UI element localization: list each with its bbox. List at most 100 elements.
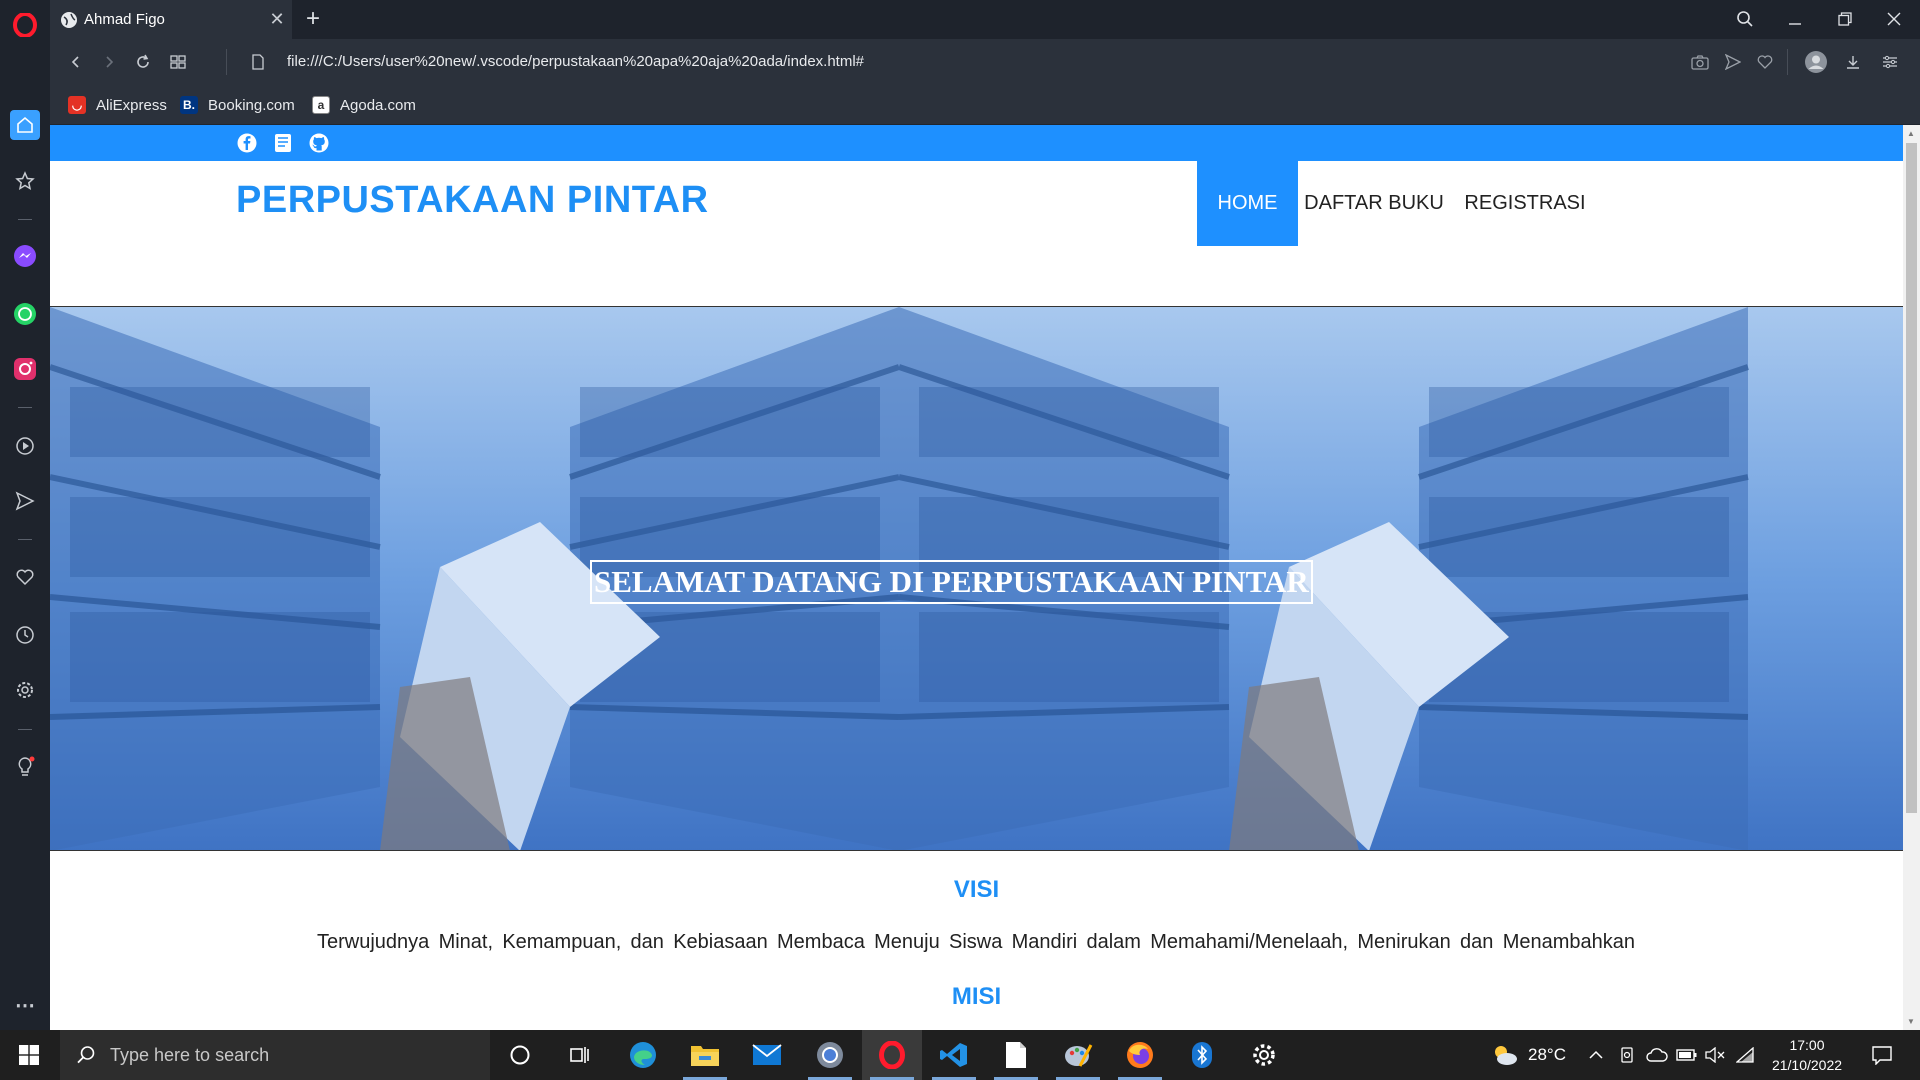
- github-icon[interactable]: [308, 132, 330, 154]
- mail-icon[interactable]: [737, 1030, 797, 1080]
- browser-sidebar: ⋯: [0, 0, 50, 1030]
- nav-daftar-buku[interactable]: DAFTAR BUKU: [1298, 161, 1450, 246]
- chevron-up-icon[interactable]: [1586, 1045, 1606, 1065]
- bookmark-label: Agoda.com: [340, 96, 416, 114]
- search-placeholder: Type here to search: [110, 1044, 270, 1065]
- settings-icon[interactable]: [10, 675, 40, 705]
- sidebar-divider: [18, 219, 32, 220]
- download-icon[interactable]: [1838, 47, 1868, 77]
- speaker-muted-icon[interactable]: [1705, 1045, 1725, 1065]
- tab-strip: Ahmad Figo ✕ +: [50, 0, 1920, 39]
- instagram-icon[interactable]: [10, 354, 40, 384]
- scrollbar-thumb[interactable]: [1906, 143, 1917, 813]
- search-tabs-icon[interactable]: [1727, 4, 1763, 34]
- task-view-icon[interactable]: [550, 1030, 610, 1080]
- clock-time: 17:00: [1789, 1037, 1825, 1053]
- aliexpress-icon: ◡: [68, 96, 86, 114]
- search-icon: [77, 1046, 95, 1064]
- book-icon[interactable]: [272, 132, 294, 154]
- onedrive-icon[interactable]: [1645, 1045, 1669, 1065]
- heart-icon[interactable]: [10, 562, 40, 592]
- edge-icon[interactable]: [613, 1030, 673, 1080]
- address-divider: [226, 49, 227, 75]
- battery-icon[interactable]: [1675, 1045, 1699, 1065]
- sidebar-divider: [18, 539, 32, 540]
- player-icon[interactable]: [10, 431, 40, 461]
- visi-text: Terwujudnya Minat, Kemampuan, dan Kebias…: [317, 931, 1635, 953]
- new-tab-icon[interactable]: +: [306, 5, 320, 33]
- sidebar-divider: [18, 407, 32, 408]
- file-page-icon: [243, 47, 273, 77]
- weather-icon[interactable]: [1490, 1042, 1518, 1068]
- restore-icon[interactable]: [1827, 4, 1863, 34]
- nav-registrasi[interactable]: REGISTRASI: [1450, 161, 1600, 246]
- nav-home[interactable]: HOME: [1197, 161, 1298, 246]
- site-brand[interactable]: PERPUSTAKAAN PINTAR: [236, 179, 709, 222]
- whatsapp-icon[interactable]: [10, 299, 40, 329]
- bookmark-heart-icon[interactable]: [1750, 47, 1780, 77]
- send-icon[interactable]: [10, 486, 40, 516]
- settings-gear-icon[interactable]: [1234, 1030, 1294, 1080]
- easy-setup-icon[interactable]: [1875, 47, 1905, 77]
- bookmark-agoda[interactable]: a Agoda.com: [312, 94, 416, 116]
- minimize-icon[interactable]: [1777, 4, 1813, 34]
- bookmark-booking[interactable]: B. Booking.com: [180, 94, 295, 116]
- site-header: PERPUSTAKAAN PINTAR HOME DAFTAR BUKU REG…: [50, 161, 1903, 307]
- hero-welcome-text: SELAMAT DATANG DI PERPUSTAKAAN PINTAR: [590, 560, 1313, 604]
- agoda-icon: a: [312, 96, 330, 114]
- device-icon[interactable]: [1617, 1045, 1637, 1065]
- paint-icon[interactable]: [1048, 1030, 1108, 1080]
- address-divider: [1787, 49, 1788, 75]
- tab-close-icon[interactable]: ✕: [262, 9, 292, 30]
- tab-title: Ahmad Figo: [84, 11, 165, 28]
- taskbar-search[interactable]: Type here to search: [60, 1030, 490, 1080]
- reload-icon[interactable]: [128, 47, 158, 77]
- cortana-icon[interactable]: [490, 1030, 550, 1080]
- tab-active[interactable]: Ahmad Figo ✕: [50, 0, 292, 39]
- weather-temperature[interactable]: 28°C: [1528, 1045, 1566, 1065]
- camera-icon[interactable]: [1685, 47, 1715, 77]
- share-send-icon[interactable]: [1718, 47, 1748, 77]
- globe-icon: [61, 11, 77, 28]
- bookmarks-bar: ◡ AliExpress B. Booking.com a Agoda.com: [50, 86, 1920, 125]
- page-viewport: PERPUSTAKAAN PINTAR HOME DAFTAR BUKU REG…: [50, 125, 1903, 1030]
- taskbar-clock[interactable]: 17:00 21/10/2022: [1762, 1035, 1852, 1075]
- address-bar-row: file:///C:/Users/user%20new/.vscode/perp…: [50, 39, 1920, 86]
- visi-title: VISI: [953, 876, 1000, 903]
- firefox-icon[interactable]: [1110, 1030, 1170, 1080]
- forward-icon[interactable]: [94, 47, 124, 77]
- profile-avatar-icon[interactable]: [1797, 47, 1835, 77]
- page-scrollbar[interactable]: ▲ ▼: [1903, 125, 1920, 1030]
- tab-grid-icon[interactable]: [163, 47, 193, 77]
- facebook-icon[interactable]: [236, 132, 258, 154]
- close-window-icon[interactable]: [1876, 4, 1912, 34]
- url-field[interactable]: file:///C:/Users/user%20new/.vscode/perp…: [287, 53, 864, 70]
- lightbulb-icon[interactable]: [10, 752, 40, 782]
- star-icon[interactable]: [10, 166, 40, 196]
- opera-taskbar-icon[interactable]: [862, 1030, 922, 1080]
- wifi-icon[interactable]: [1735, 1045, 1755, 1065]
- booking-icon: B.: [180, 96, 198, 114]
- clock-date: 21/10/2022: [1771, 1057, 1843, 1073]
- bookmark-label: Booking.com: [208, 96, 295, 114]
- hero-banner: SELAMAT DATANG DI PERPUSTAKAAN PINTAR: [50, 307, 1903, 851]
- messenger-icon[interactable]: [10, 241, 40, 271]
- scroll-up-icon[interactable]: ▲: [1907, 129, 1915, 138]
- vscode-icon[interactable]: [924, 1030, 984, 1080]
- scroll-down-icon[interactable]: ▼: [1907, 1017, 1915, 1026]
- bluetooth-icon[interactable]: [1172, 1030, 1232, 1080]
- file-explorer-icon[interactable]: [675, 1030, 735, 1080]
- windows-start-icon[interactable]: [0, 1030, 58, 1080]
- notification-center-icon[interactable]: [1870, 1045, 1894, 1065]
- home-icon[interactable]: [10, 110, 40, 140]
- notepad-file-icon[interactable]: [986, 1030, 1046, 1080]
- back-icon[interactable]: [61, 47, 91, 77]
- chrome-icon[interactable]: [800, 1030, 860, 1080]
- bookmark-label: AliExpress: [96, 96, 167, 114]
- misi-title: MISI: [951, 983, 1002, 1010]
- opera-logo-icon[interactable]: [10, 10, 40, 40]
- windows-taskbar: Type here to search 28°C 17:00 21/10/202…: [0, 1030, 1920, 1080]
- history-icon[interactable]: [10, 620, 40, 650]
- more-options-icon[interactable]: ⋯: [10, 990, 40, 1020]
- bookmark-aliexpress[interactable]: ◡ AliExpress: [68, 94, 167, 116]
